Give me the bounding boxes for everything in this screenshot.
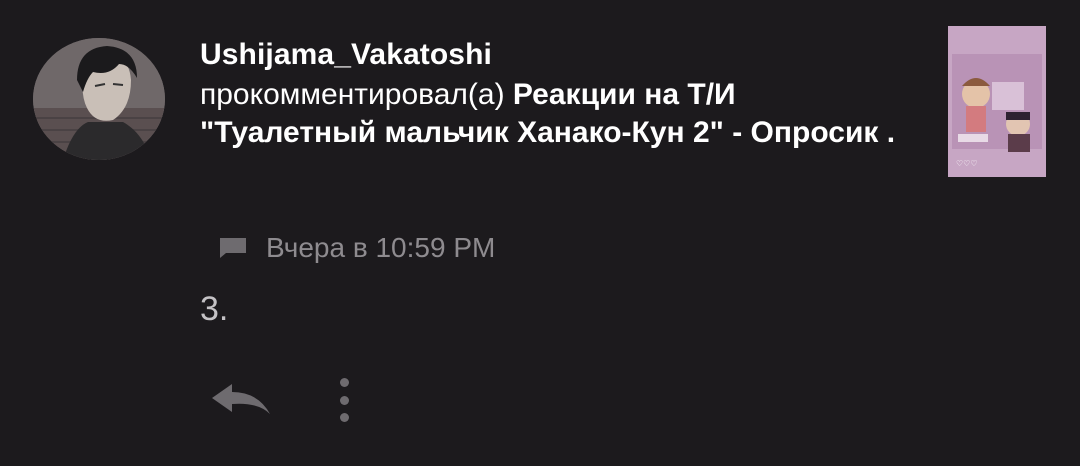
comment-body: 3. <box>200 290 229 328</box>
notification-content: Ushijama_Vakatoshi прокомментировал(а) Р… <box>200 36 920 152</box>
comment-icon <box>220 238 246 258</box>
reply-button[interactable] <box>206 380 276 420</box>
user-avatar[interactable] <box>33 38 165 160</box>
notification-text: прокомментировал(а) Реакции на Т/И "Туал… <box>200 76 920 152</box>
username[interactable]: Ushijama_Vakatoshi <box>200 36 920 74</box>
reply-icon <box>212 384 270 414</box>
action-text: прокомментировал(а) <box>200 78 513 111</box>
more-vertical-icon <box>339 378 349 387</box>
avatar-image <box>33 38 165 160</box>
svg-text:♡♡♡: ♡♡♡ <box>956 159 978 168</box>
more-options-button[interactable] <box>330 374 358 426</box>
post-thumbnail[interactable]: ♡♡♡ <box>948 26 1046 177</box>
timestamp: Вчера в 10:59 PM <box>266 232 496 263</box>
more-vertical-icon-dot <box>339 413 349 422</box>
comment-meta: Вчера в 10:59 PM <box>218 232 495 264</box>
thumbnail-image: ♡♡♡ <box>948 26 1046 177</box>
more-vertical-icon-dot <box>339 395 349 405</box>
